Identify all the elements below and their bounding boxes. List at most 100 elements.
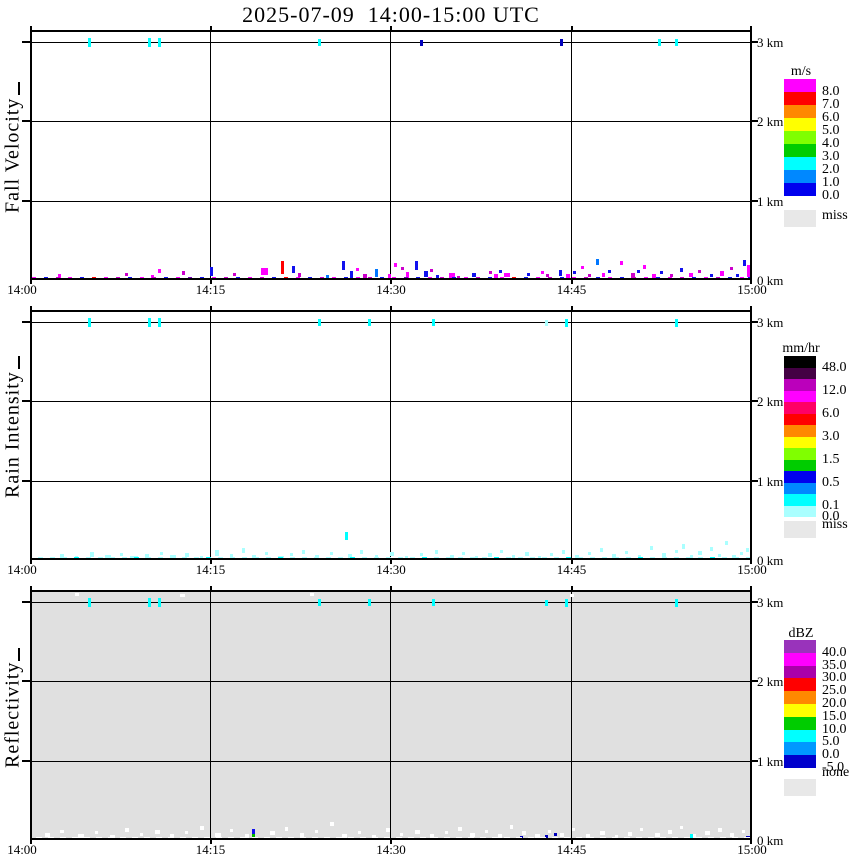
- x-axis-tick: [209, 586, 212, 590]
- data-point: [350, 271, 353, 278]
- data-point: [120, 837, 126, 838]
- data-point: [75, 593, 79, 596]
- data-point: [128, 277, 132, 278]
- data-point: [260, 277, 264, 278]
- data-point: [718, 554, 721, 557]
- data-point: [624, 837, 630, 838]
- legend-missing-swatch: [784, 210, 816, 227]
- data-point: [104, 277, 108, 278]
- data-point: [457, 276, 460, 278]
- data-point: [718, 828, 722, 832]
- data-point: [315, 830, 318, 833]
- legend-color-block: [784, 448, 816, 460]
- data-point: [482, 557, 487, 558]
- data-point: [266, 557, 271, 558]
- legend-color-block: [784, 425, 816, 437]
- data-point: [396, 837, 402, 838]
- time-label: 14:30: [376, 562, 406, 577]
- data-point: [430, 269, 433, 272]
- time-label: 14:00: [7, 562, 37, 577]
- data-point: [492, 837, 498, 838]
- data-point: [662, 557, 667, 558]
- data-point: [95, 831, 98, 834]
- x-axis-tick: [30, 586, 32, 590]
- data-point: [281, 261, 284, 274]
- data-point: [489, 271, 492, 274]
- data-point: [581, 266, 584, 269]
- data-point: [626, 557, 631, 558]
- data-point: [140, 833, 143, 836]
- gridline-horizontal: [32, 322, 750, 323]
- legend-missing-label: miss: [822, 208, 848, 223]
- y-axis-tick: [22, 321, 30, 323]
- data-point: [348, 837, 354, 838]
- x-axis-tick: [750, 586, 752, 590]
- y-axis-tick: [22, 680, 30, 683]
- data-point: [132, 837, 138, 838]
- data-point: [668, 830, 672, 834]
- data-point: [185, 831, 188, 834]
- data-point: [545, 600, 548, 606]
- time-label: 15:00: [737, 562, 767, 577]
- y-axis-title-tick: [18, 648, 20, 661]
- data-point: [36, 837, 42, 838]
- data-point: [435, 550, 438, 554]
- data-point: [140, 277, 144, 278]
- data-point: [125, 828, 129, 832]
- data-point: [50, 557, 55, 558]
- data-point: [32, 277, 36, 278]
- data-point: [550, 553, 553, 556]
- data-point: [458, 827, 462, 831]
- data-point: [488, 553, 492, 557]
- y-axis-title-reflectivity: Reflectivity: [1, 661, 24, 769]
- data-point: [705, 831, 710, 835]
- data-point: [500, 277, 504, 278]
- data-point: [499, 270, 502, 273]
- x-axis-tick: [390, 26, 392, 30]
- data-point: [432, 837, 438, 838]
- y-axis-tick: [22, 120, 30, 123]
- legend-color-block: [784, 367, 816, 379]
- y-axis-tick: [22, 601, 30, 603]
- data-point: [722, 557, 727, 558]
- data-point: [565, 319, 568, 327]
- data-point: [228, 837, 234, 838]
- legend-missing-label: none: [822, 765, 850, 780]
- data-point: [368, 319, 371, 326]
- km-label: 1 km: [757, 193, 784, 209]
- data-point: [588, 552, 591, 555]
- data-point: [248, 277, 252, 278]
- plot-area: [30, 590, 752, 840]
- data-point: [88, 38, 91, 47]
- data-point: [548, 830, 551, 833]
- data-point: [672, 837, 678, 838]
- legend-title-rain-intensity: mm/hr: [782, 341, 820, 356]
- data-point: [168, 837, 174, 838]
- data-point: [420, 837, 426, 838]
- data-point: [644, 277, 648, 278]
- legend-missing-label: miss: [822, 517, 848, 532]
- gridline-horizontal: [32, 681, 750, 683]
- data-point: [394, 263, 397, 267]
- data-point: [650, 557, 655, 558]
- data-point: [320, 277, 324, 278]
- data-point: [720, 271, 724, 276]
- gridline-vertical: [209, 32, 211, 278]
- y-axis-tick: [22, 41, 30, 43]
- data-point: [401, 267, 404, 270]
- data-point: [332, 277, 336, 278]
- data-point: [576, 837, 582, 838]
- data-point: [148, 598, 151, 607]
- legend-color-block: [784, 652, 816, 666]
- data-point: [747, 265, 750, 277]
- data-point: [375, 269, 378, 277]
- data-point: [608, 277, 612, 278]
- data-point: [144, 837, 150, 838]
- data-point: [638, 557, 643, 558]
- time-label: 15:00: [737, 842, 767, 857]
- data-point: [158, 598, 161, 607]
- data-point: [708, 837, 714, 838]
- data-point: [62, 557, 67, 558]
- data-point: [180, 837, 186, 838]
- data-point: [420, 40, 423, 46]
